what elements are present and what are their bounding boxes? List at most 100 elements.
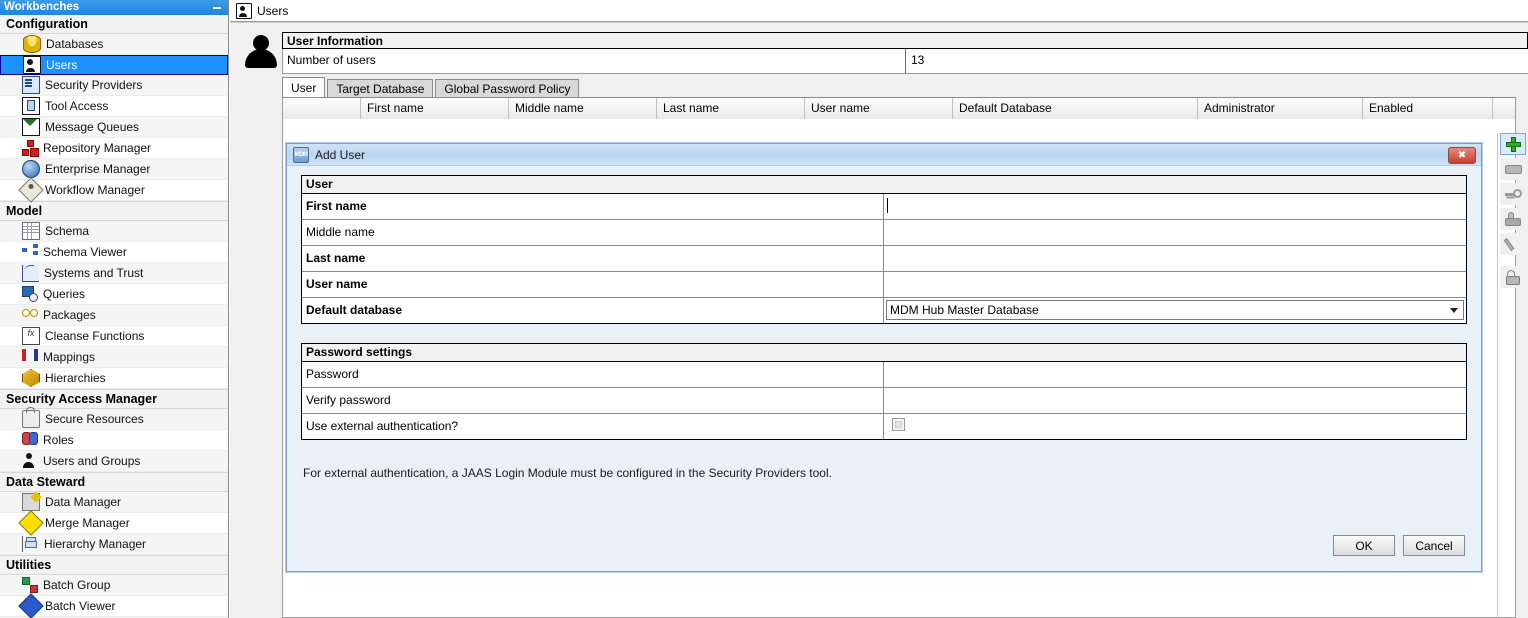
grid-column-header[interactable]: Default Database — [953, 98, 1198, 119]
assign-button[interactable] — [1500, 208, 1526, 230]
minimize-icon[interactable] — [211, 2, 224, 13]
tab-strip: User Target Database Global Password Polic… — [282, 77, 1528, 98]
toolbar-separator — [1498, 258, 1528, 266]
sidebar-item-databases[interactable]: Databases — [0, 34, 228, 55]
sidebar-item-schema[interactable]: Schema — [0, 221, 228, 242]
chevron-down-icon[interactable] — [1446, 303, 1461, 318]
sidebar-item-batch-viewer[interactable]: Batch Viewer — [0, 593, 228, 618]
user-field-row: User name — [302, 272, 1466, 298]
tab-user[interactable]: User — [282, 77, 326, 98]
ok-button[interactable]: OK — [1333, 535, 1395, 556]
sidebar-item-merge-manager[interactable]: Merge Manager — [0, 510, 228, 536]
grid-column-header[interactable]: Last name — [657, 98, 805, 119]
field-label: Default database — [302, 298, 884, 323]
plus-icon — [1505, 136, 1521, 152]
sidebar-item-label: Hierarchy Manager — [44, 537, 147, 551]
add-user-dialog: MDM Add User ✖ User First name Middle nam… — [286, 143, 1482, 572]
sidebar-item-schema-viewer[interactable]: Schema Viewer — [0, 242, 228, 263]
sidebar-item-security-providers[interactable]: Security Providers — [0, 75, 228, 96]
remove-button[interactable] — [1500, 158, 1526, 180]
user-section: User First name Middle name Last name User … — [301, 175, 1467, 324]
grid-column-header[interactable]: Enabled — [1363, 98, 1493, 119]
cleanse-functions-icon: fx — [22, 327, 40, 345]
add-button[interactable] — [1500, 133, 1526, 155]
tab-target-database[interactable]: Target Database — [327, 79, 434, 98]
tool-access-icon — [22, 97, 40, 115]
verify-password-input[interactable] — [884, 388, 1466, 413]
sidebar-item-label: Schema Viewer — [43, 245, 127, 259]
mappings-icon — [22, 349, 38, 365]
tab-global-password-policy[interactable]: Global Password Policy — [435, 79, 580, 98]
user-name-input[interactable] — [884, 272, 1466, 297]
sidebar-item-roles[interactable]: Roles — [0, 430, 228, 451]
sidebar-item-batch-group[interactable]: Batch Group — [0, 575, 228, 596]
sidebar-item-users[interactable]: Users — [0, 55, 228, 75]
repository-manager-icon — [22, 140, 38, 156]
tab-users[interactable]: Users — [230, 0, 1528, 22]
sidebar-item-message-queues[interactable]: Message Queues — [0, 117, 228, 138]
field-label: Password — [302, 362, 884, 387]
close-icon[interactable]: ✖ — [1448, 147, 1476, 164]
sidebar-item-hierarchies[interactable]: Hierarchies — [0, 368, 228, 389]
user-field-row: Default database MDM Hub Master Database — [302, 298, 1466, 323]
dialog-title-bar[interactable]: MDM Add User ✖ — [287, 144, 1481, 166]
checkbox-box — [892, 418, 905, 431]
grid-column-header[interactable] — [283, 98, 361, 119]
field-label: User name — [302, 272, 884, 297]
first-name-input[interactable] — [884, 194, 1466, 219]
middle-name-input[interactable] — [884, 220, 1466, 245]
sidebar-item-enterprise-manager[interactable]: Enterprise Manager — [0, 159, 228, 180]
sidebar-item-cleanse-functions[interactable]: fx Cleanse Functions — [0, 326, 228, 347]
sidebar-item-users-and-groups[interactable]: Users and Groups — [0, 451, 228, 472]
sidebar-item-hierarchy-manager[interactable]: Hierarchy Manager — [0, 534, 228, 555]
default-database-select-value: MDM Hub Master Database — [886, 300, 1464, 320]
grid-column-header[interactable]: User name — [805, 98, 953, 119]
use-external-authentication-checkbox[interactable] — [884, 414, 1466, 439]
sidebar-item-label: Secure Resources — [45, 412, 144, 426]
user-field-row: First name — [302, 194, 1466, 220]
pencil-icon — [1505, 237, 1521, 252]
sidebar-item-label: Repository Manager — [43, 141, 152, 155]
edit-button[interactable] — [1500, 233, 1526, 255]
password-field-row: Use external authentication? — [302, 414, 1466, 439]
sidebar-item-label: Hierarchies — [45, 371, 106, 385]
users-grid-header: First name Middle name Last name User name D… — [283, 98, 1515, 120]
application-window: Workbenches Configuration Databases Users S… — [0, 0, 1528, 618]
grid-column-header[interactable]: First name — [361, 98, 509, 119]
queries-icon — [22, 286, 38, 302]
password-input[interactable] — [884, 362, 1466, 387]
workbenches-panel: Workbenches Configuration Databases Users S… — [0, 0, 229, 618]
workbench-group-header: Utilities — [0, 555, 228, 575]
sidebar-item-packages[interactable]: Packages — [0, 305, 228, 326]
users-and-groups-icon — [22, 453, 38, 469]
default-database-select[interactable]: MDM Hub Master Database — [884, 298, 1466, 323]
password-settings-header: Password settings — [302, 344, 1466, 362]
key-button[interactable] — [1500, 183, 1526, 205]
grid-column-header[interactable]: Administrator — [1198, 98, 1363, 119]
sidebar-item-mappings[interactable]: Mappings — [0, 347, 228, 368]
sidebar-item-label: Systems and Trust — [44, 266, 144, 280]
workbenches-list: Configuration Databases Users Security Prov… — [0, 15, 228, 618]
cancel-button[interactable]: Cancel — [1403, 535, 1465, 556]
user-information-box: User Information Number of users 13 — [282, 32, 1528, 74]
sidebar-item-queries[interactable]: Queries — [0, 284, 228, 305]
last-name-input[interactable] — [884, 246, 1466, 271]
users-icon — [236, 2, 252, 19]
password-settings-section: Password settings Password Verify passwor… — [301, 343, 1467, 440]
workbench-group-header: Data Steward — [0, 472, 228, 492]
sidebar-item-systems-and-trust[interactable]: Systems and Trust — [0, 263, 228, 284]
sidebar-item-label: Packages — [43, 308, 96, 322]
sidebar-item-data-manager[interactable]: Data Manager — [0, 492, 228, 513]
sidebar-item-workflow-manager[interactable]: Workflow Manager — [0, 177, 228, 203]
sidebar-item-secure-resources[interactable]: Secure Resources — [0, 407, 228, 430]
sidebar-item-label: Batch Group — [43, 578, 111, 592]
field-label: Verify password — [302, 388, 884, 413]
workbench-group-header: Model — [0, 201, 228, 221]
sidebar-item-tool-access[interactable]: Tool Access — [0, 96, 228, 117]
workbench-group-header: Configuration — [0, 15, 228, 34]
number-of-users-label: Number of users — [283, 49, 906, 73]
grid-column-header[interactable]: Middle name — [509, 98, 657, 119]
dialog-button-row: OK Cancel — [1333, 535, 1465, 556]
lock-button[interactable] — [1500, 266, 1526, 288]
sidebar-item-repository-manager[interactable]: Repository Manager — [0, 138, 228, 159]
